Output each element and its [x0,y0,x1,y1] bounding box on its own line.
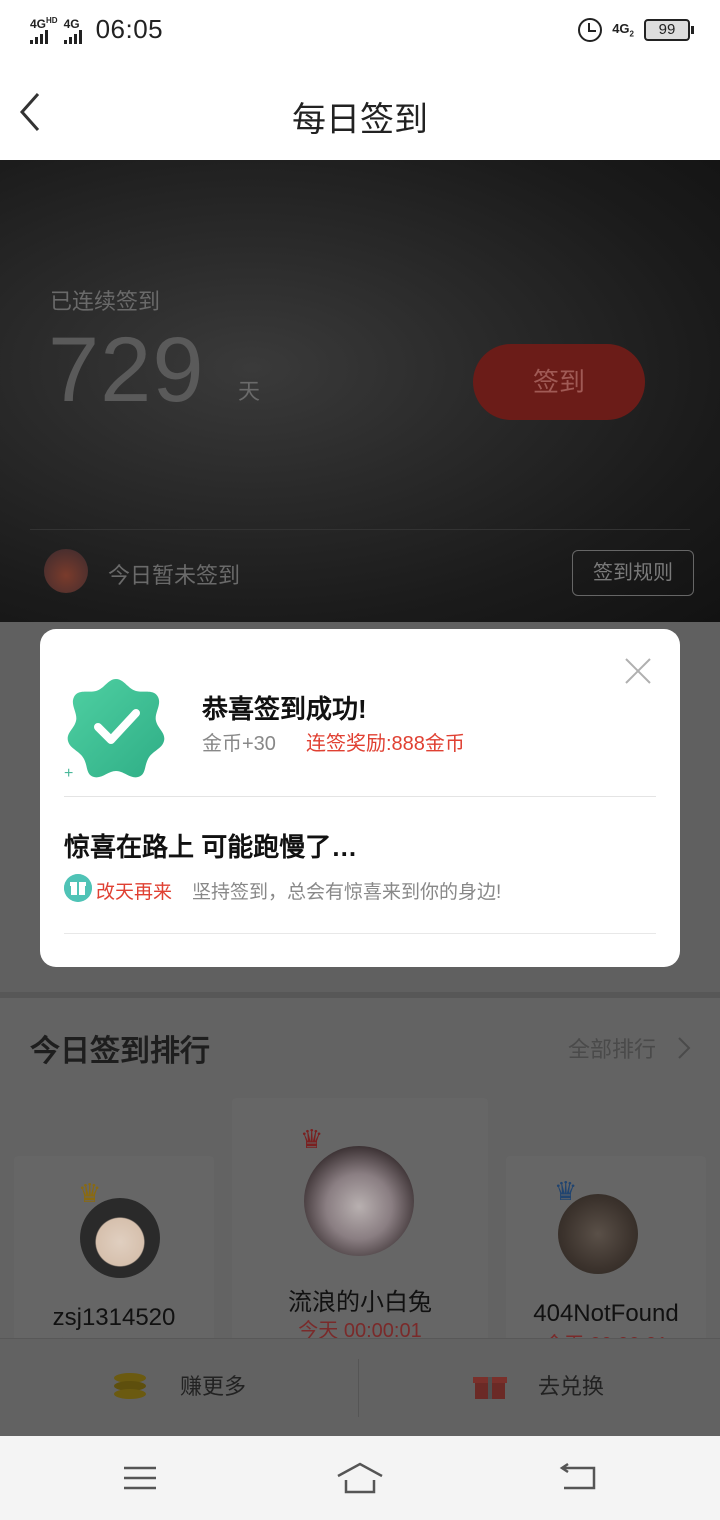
menu-icon[interactable] [120,1458,160,1498]
ranking-username: 流浪的小白兔 [288,1289,432,1316]
signal-indicator-1: 4GHD [30,15,58,44]
chevron-right-icon[interactable] [676,1036,692,1060]
redeem-button[interactable]: 去兑换 [538,1369,604,1401]
ranking-username: zsj1314520 [52,1304,176,1331]
nav-bar: 每日签到 [0,64,720,160]
banner-divider [30,529,690,530]
streak-label: 已连续签到 [50,289,161,314]
status-time: 06:05 [95,14,164,44]
streak-unit: 天 [238,379,261,404]
come-back-label: 改天再来 [96,882,173,903]
keep-signing-text: 坚持签到，总会有惊喜来到你的身边! [192,882,502,903]
ranking-username: 404NotFound [533,1300,679,1327]
dialog-divider [64,933,656,934]
success-badge-icon [67,679,165,778]
system-nav-bar [0,1436,720,1520]
earn-more-button[interactable]: 赚更多 [180,1369,246,1401]
sparkle-icon: + [64,765,74,782]
ranking-avatar [80,1198,160,1278]
battery-indicator: 99 [644,19,694,41]
signal-indicator-2: 4G [63,18,82,44]
home-icon[interactable] [336,1458,384,1498]
section-divider [0,992,720,998]
checkin-banner: 已连续签到 729 天 签到 今日暂未签到 签到规则 [0,160,720,622]
checkin-success-dialog: + 恭喜签到成功! 金币+30 连签奖励:888金币 惊喜在路上 可能跑慢了… … [40,629,680,967]
sign-in-button[interactable]: 签到 [473,344,645,420]
bottom-action-bar: 赚更多 去兑换 [0,1338,720,1436]
ranking-avatar [304,1146,414,1256]
today-status: 今日暂未签到 [108,563,241,588]
action-divider [358,1359,359,1417]
dialog-title: 恭喜签到成功! [202,694,367,724]
streak-reward: 连签奖励:888金币 [306,733,465,755]
ranking-avatar [558,1194,638,1274]
network-indicator: 4G2 [612,21,634,39]
coins-reward: 金币+30 [202,733,276,755]
back-nav-icon[interactable] [558,1458,598,1498]
dialog-subtitle: 惊喜在路上 可能跑慢了… [64,832,358,862]
streak-days: 729 [48,319,205,421]
ranking-title: 今日签到排行 [30,1035,210,1068]
status-bar: 4GHD 4G 06:05 4G2 99 [0,0,720,64]
rules-button[interactable]: 签到规则 [572,550,694,596]
page-title: 每日签到 [292,101,428,139]
user-avatar [44,549,88,593]
gift-icon [64,874,92,902]
crown-icon: ♛ [300,1124,324,1154]
alarm-icon [578,18,603,42]
close-icon[interactable] [624,657,652,685]
ranking-all-link[interactable]: 全部排行 [568,1032,656,1064]
coins-icon [114,1373,146,1399]
gift-icon [473,1377,507,1399]
dialog-divider [64,796,656,797]
